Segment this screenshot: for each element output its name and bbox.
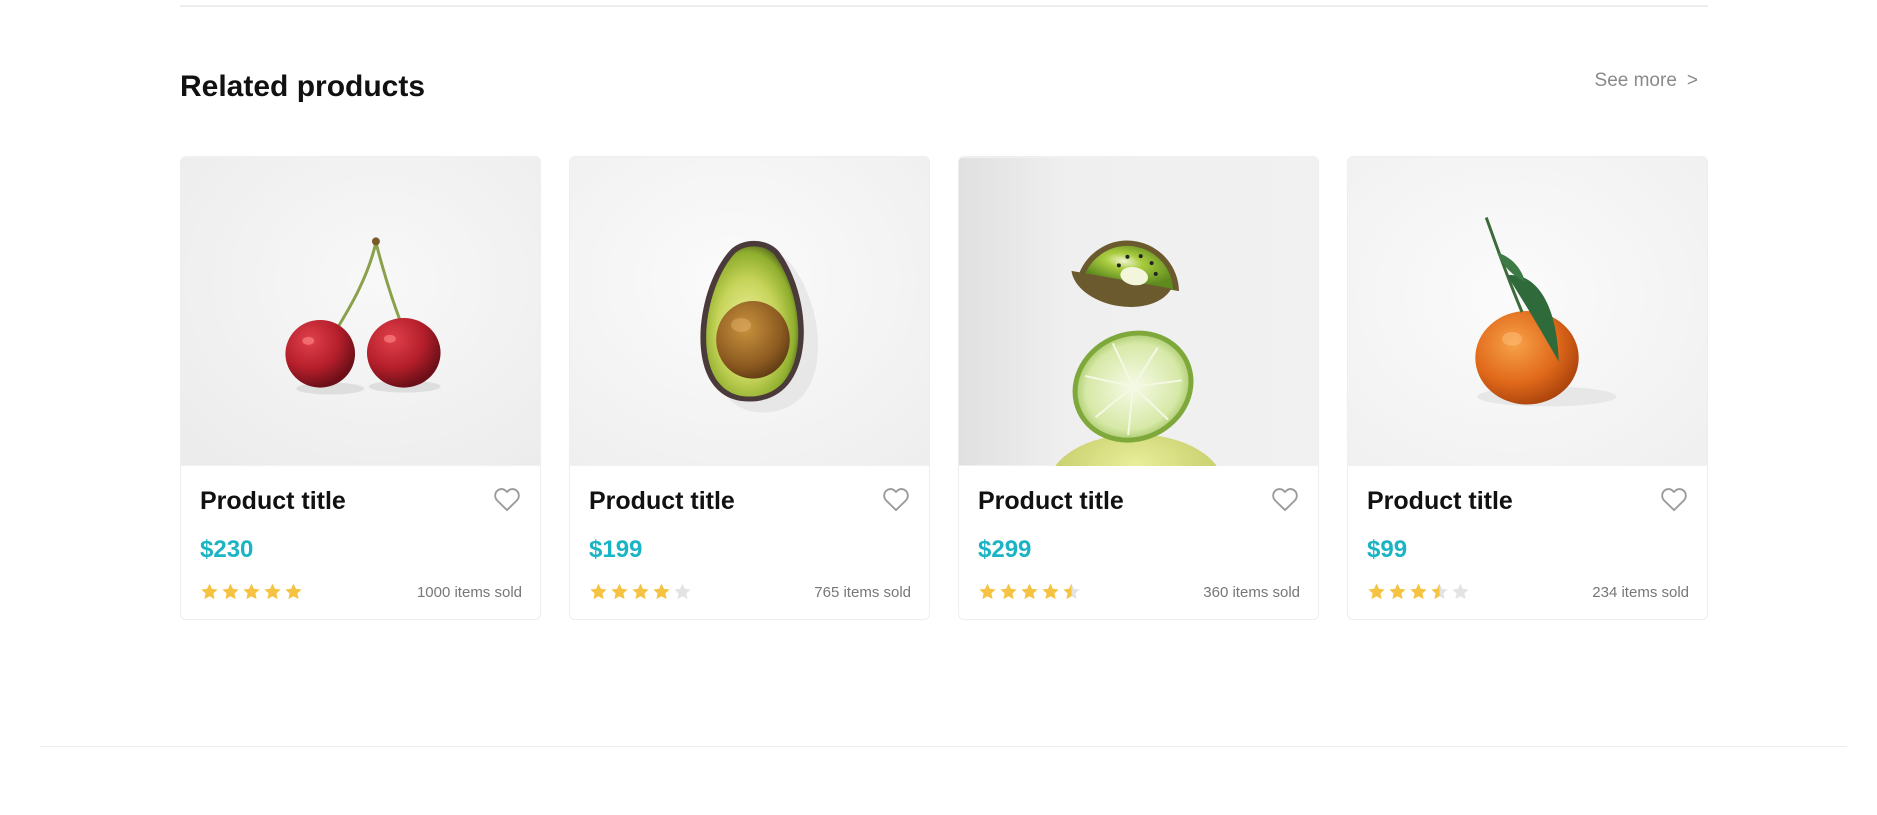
items-sold: 1000 items sold bbox=[416, 584, 522, 601]
star-filled-icon bbox=[1000, 583, 1017, 600]
star-filled-icon bbox=[1410, 583, 1427, 600]
star-filled-icon bbox=[979, 583, 996, 600]
product-image-cherries[interactable] bbox=[181, 157, 540, 466]
section-title: Related products bbox=[180, 70, 426, 103]
product-image-kiwi-lime[interactable] bbox=[959, 157, 1318, 466]
star-half-icon bbox=[1063, 583, 1080, 600]
kiwi-lime-image bbox=[959, 157, 1318, 466]
product-title[interactable]: Product title bbox=[200, 487, 346, 516]
rating-stars bbox=[589, 582, 692, 601]
star-half-icon bbox=[1431, 583, 1448, 600]
product-card[interactable]: Product title $299 360 items sold bbox=[958, 156, 1319, 620]
tangerine-image bbox=[1348, 157, 1707, 466]
star-filled-icon bbox=[264, 583, 281, 600]
star-filled-icon bbox=[653, 583, 670, 600]
product-card[interactable]: Product title $230 1000 items sold bbox=[180, 156, 541, 620]
rating-stars bbox=[1367, 582, 1470, 601]
favorite-heart-icon[interactable] bbox=[1660, 486, 1688, 512]
items-sold: 360 items sold bbox=[1203, 584, 1300, 601]
product-title[interactable]: Product title bbox=[978, 487, 1124, 516]
favorite-heart-icon[interactable] bbox=[493, 486, 521, 512]
product-price: $299 bbox=[978, 536, 1032, 563]
star-filled-icon bbox=[632, 583, 649, 600]
product-image-avocado[interactable] bbox=[570, 157, 929, 466]
star-filled-icon bbox=[243, 583, 260, 600]
product-card-body: Product title $99 234 items sold bbox=[1348, 466, 1707, 619]
product-card-body: Product title $199 765 items sold bbox=[570, 466, 929, 619]
product-card[interactable]: Product title $99 234 items sold bbox=[1347, 156, 1708, 620]
product-image-tangerine[interactable] bbox=[1348, 157, 1707, 466]
top-divider bbox=[180, 5, 1708, 7]
product-grid: Product title $230 1000 items sold Produ… bbox=[180, 156, 1708, 620]
star-filled-icon bbox=[222, 583, 239, 600]
items-sold: 765 items sold bbox=[814, 584, 911, 601]
product-price: $99 bbox=[1367, 536, 1408, 563]
avocado-image bbox=[570, 157, 929, 466]
product-card[interactable]: Product title $199 765 items sold bbox=[569, 156, 930, 620]
product-card-body: Product title $230 1000 items sold bbox=[181, 466, 540, 619]
cherries-image bbox=[181, 157, 540, 466]
items-sold: 234 items sold bbox=[1592, 584, 1689, 601]
product-price: $230 bbox=[200, 536, 254, 563]
star-filled-icon bbox=[1389, 583, 1406, 600]
star-filled-icon bbox=[1021, 583, 1038, 600]
star-filled-icon bbox=[1368, 583, 1385, 600]
favorite-heart-icon[interactable] bbox=[882, 486, 910, 512]
product-title[interactable]: Product title bbox=[589, 487, 735, 516]
product-title[interactable]: Product title bbox=[1367, 487, 1513, 516]
chevron-right-icon: > bbox=[1686, 70, 1698, 91]
rating-stars bbox=[978, 582, 1081, 601]
star-empty-icon bbox=[674, 583, 691, 600]
favorite-heart-icon[interactable] bbox=[1271, 486, 1299, 512]
star-filled-icon bbox=[590, 583, 607, 600]
see-more-link[interactable]: See more > bbox=[1595, 70, 1698, 92]
star-filled-icon bbox=[1042, 583, 1059, 600]
rating-stars bbox=[200, 582, 303, 601]
product-price: $199 bbox=[589, 536, 643, 563]
product-card-body: Product title $299 360 items sold bbox=[959, 466, 1318, 619]
star-filled-icon bbox=[285, 583, 302, 600]
star-filled-icon bbox=[201, 583, 218, 600]
see-more-label: See more bbox=[1594, 70, 1677, 91]
star-filled-icon bbox=[611, 583, 628, 600]
bottom-divider bbox=[40, 746, 1847, 747]
star-empty-icon bbox=[1452, 583, 1469, 600]
